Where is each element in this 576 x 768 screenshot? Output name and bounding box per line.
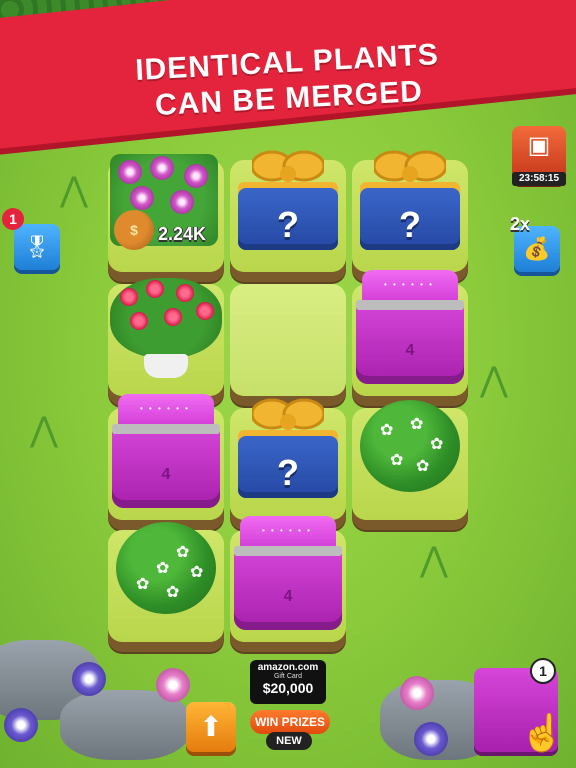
question-mark: ?	[277, 452, 299, 493]
grid-cell-gift[interactable]: ?	[230, 150, 346, 272]
gift-box: ?	[238, 390, 338, 502]
chest-level: 4	[161, 466, 171, 483]
grass-tuft: ⋀	[60, 171, 88, 209]
flowering-bush: ✿ ✿ ✿ ✿ ✿	[116, 522, 216, 614]
grid-cell-bush[interactable]: ✿ ✿ ✿ ✿ ✿	[352, 400, 468, 520]
flower-decoration	[414, 722, 448, 756]
purple-chest: • • • • • • 4	[112, 394, 220, 512]
purple-chest: • • • • • • 4	[356, 270, 464, 388]
moneybag-icon: $	[114, 210, 154, 250]
purple-chest: • • • • • • 4	[234, 516, 342, 634]
grid-cell-empty[interactable]	[230, 284, 346, 396]
flower-decoration	[4, 708, 38, 742]
reward-timer: 23:58:15	[512, 172, 566, 186]
gift-box: ?	[360, 142, 460, 254]
gift-card-label: Gift Card	[273, 673, 302, 680]
grass-tuft: ⋀	[420, 541, 448, 579]
amazon-gift-card[interactable]: amazon.com Gift Card $20,000	[250, 660, 326, 704]
arrow-up-icon: ⬆	[199, 711, 223, 742]
income-label: 2.24K	[158, 224, 207, 244]
chest-level: 4	[405, 342, 415, 359]
prize-amount: $20,000	[262, 680, 314, 696]
multiplier-label: 2x	[510, 214, 531, 234]
gift-box: ?	[238, 142, 338, 254]
question-mark: ?	[399, 204, 421, 245]
upload-button[interactable]: ⬆	[186, 702, 236, 752]
preview-count: 1	[530, 658, 556, 684]
video-moneybag-icon: 💰	[523, 236, 551, 261]
grid-cell-petunia[interactable]: $ 2.24K	[108, 154, 224, 272]
grass-tuft: ⋀	[30, 411, 58, 449]
win-prizes-button[interactable]: WIN PRIZES	[250, 710, 330, 734]
flower-decoration	[72, 662, 106, 696]
grid-cell-bush[interactable]: ✿ ✿ ✿ ✿ ✿	[108, 522, 224, 642]
new-tag: NEW	[266, 732, 312, 750]
grid-cell-gift[interactable]: ?	[352, 150, 468, 272]
grid-cell-chest[interactable]: • • • • • • 4	[352, 270, 468, 396]
amazon-logo: amazon.com	[257, 662, 319, 673]
grid-cell-chest[interactable]: • • • • • • 4	[108, 394, 224, 520]
flower-decoration	[156, 668, 190, 702]
rose-bouquet	[110, 278, 222, 358]
treasure-box-icon: ▣	[527, 132, 551, 159]
grid-cell-roses[interactable]	[108, 278, 224, 396]
ribbon-award-icon: 🎖	[23, 234, 51, 259]
vase	[144, 354, 188, 378]
question-mark: ?	[277, 204, 299, 245]
flowering-bush: ✿ ✿ ✿ ✿ ✿	[360, 400, 460, 492]
chest-level: 4	[283, 588, 293, 605]
grass-tuft: ⋀	[480, 361, 508, 399]
award-button[interactable]: 🎖	[14, 224, 60, 270]
pointing-hand-icon: ☝	[520, 712, 565, 753]
flower-decoration	[400, 676, 434, 710]
grid-cell-chest[interactable]: • • • • • • 4	[230, 516, 346, 642]
grid-cell-gift[interactable]: ?	[230, 398, 346, 520]
award-badge: 1	[2, 208, 24, 230]
